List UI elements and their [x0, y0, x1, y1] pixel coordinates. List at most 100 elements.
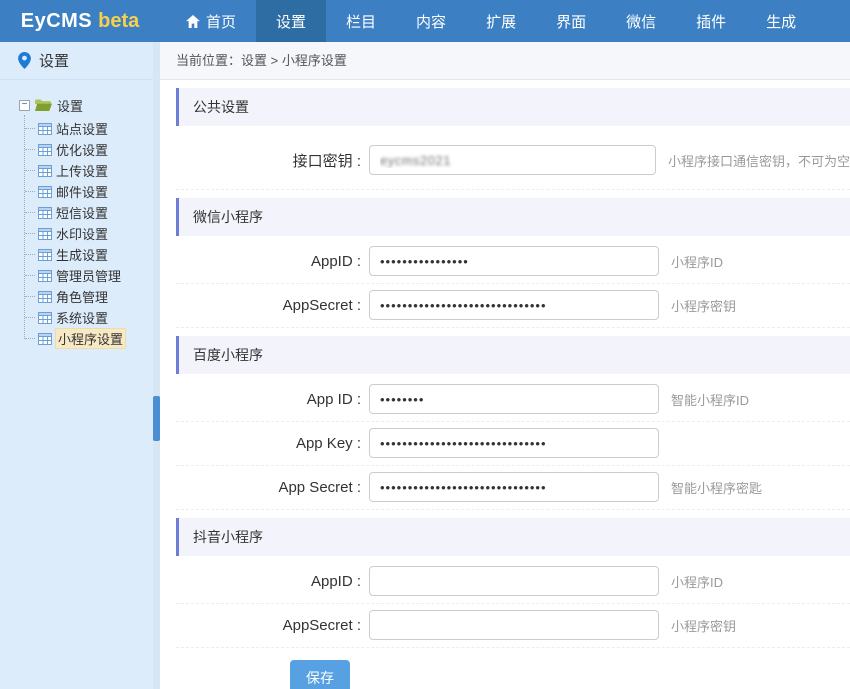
section-body-wechat: AppID : 小程序ID AppSecret : 小程序密钥 [176, 236, 850, 328]
tree-item-miniprogram-settings[interactable]: 小程序设置 [0, 328, 160, 349]
field-row-wechat-appsecret: AppSecret : 小程序密钥 [176, 284, 850, 328]
save-button[interactable]: 保存 [290, 660, 350, 689]
tree-connector [25, 212, 35, 213]
tree-connector [25, 128, 35, 129]
table-icon [38, 207, 52, 219]
tree-connector [25, 149, 35, 150]
nav-item-label: 内容 [416, 11, 446, 32]
field-row-wechat-appid: AppID : 小程序ID [176, 240, 850, 284]
field-hint: 小程序ID [671, 252, 723, 271]
field-label: App ID : [176, 391, 369, 408]
nav-item-columns[interactable]: 栏目 [326, 0, 396, 42]
tree-item-label: 上传设置 [56, 161, 108, 180]
tree-item-label: 短信设置 [56, 203, 108, 222]
sidebar-scrollbar-thumb[interactable] [153, 396, 160, 441]
content-area: 当前位置：设置 > 小程序设置 公共设置 接口密钥 : 小程序接口通信密钥，不可… [160, 42, 850, 689]
nav-item-content[interactable]: 内容 [396, 0, 466, 42]
section-body-public: 接口密钥 : 小程序接口通信密钥，不可为空 [176, 126, 850, 190]
section-header-douyin: 抖音小程序 [176, 518, 850, 556]
tree-item-label: 站点设置 [56, 119, 108, 138]
tree-root-label: 设置 [57, 96, 83, 115]
nav-item-home[interactable]: 首页 [166, 0, 256, 42]
table-icon [38, 228, 52, 240]
tree-item-label: 邮件设置 [56, 182, 108, 201]
douyin-appid-input[interactable] [369, 566, 659, 596]
tree-connector [25, 254, 35, 255]
nav-item-settings[interactable]: 设置 [256, 0, 326, 42]
nav-item-label: 设置 [276, 11, 306, 32]
sidebar: 设置 − 设置 站点设置 优化设置 [0, 42, 160, 689]
field-label: AppSecret : [176, 617, 369, 634]
app-logo: EyCMS beta [0, 0, 160, 42]
settings-tree: − 设置 站点设置 优化设置 [0, 80, 160, 349]
logo-text: EyCMS [21, 10, 92, 33]
tree-item-sms-settings[interactable]: 短信设置 [0, 202, 160, 223]
field-row-baidu-appkey: App Key : [176, 422, 850, 466]
field-row-douyin-appsecret: AppSecret : 小程序密钥 [176, 604, 850, 648]
nav-item-extend[interactable]: 扩展 [466, 0, 536, 42]
tree-connector [25, 170, 35, 171]
wechat-appsecret-input[interactable] [369, 290, 659, 320]
table-icon [38, 291, 52, 303]
field-row-douyin-appid: AppID : 小程序ID [176, 560, 850, 604]
folder-open-icon [35, 98, 52, 112]
nav-item-label: 微信 [626, 11, 656, 32]
miniprogram-settings-form: 公共设置 接口密钥 : 小程序接口通信密钥，不可为空 微信小程序 AppID :… [160, 88, 850, 689]
nav-item-plugins[interactable]: 插件 [676, 0, 746, 42]
nav-item-generate[interactable]: 生成 [746, 0, 816, 42]
table-icon [38, 123, 52, 135]
field-hint: 智能小程序ID [671, 390, 749, 409]
tree-item-label: 小程序设置 [56, 329, 125, 348]
tree-item-watermark-settings[interactable]: 水印设置 [0, 223, 160, 244]
sidebar-scrollbar-track[interactable] [153, 42, 160, 689]
tree-connector [25, 275, 35, 276]
nav-item-wechat[interactable]: 微信 [606, 0, 676, 42]
nav-item-interface[interactable]: 界面 [536, 0, 606, 42]
interface-key-input[interactable] [369, 145, 656, 175]
tree-root-settings[interactable]: − 设置 [0, 94, 160, 116]
field-row-baidu-appid: App ID : 智能小程序ID [176, 378, 850, 422]
tree-connector [25, 191, 35, 192]
field-label: App Key : [176, 435, 369, 452]
section-body-baidu: App ID : 智能小程序ID App Key : App Secret : … [176, 374, 850, 510]
tree-item-system-settings[interactable]: 系统设置 [0, 307, 160, 328]
baidu-appid-input[interactable] [369, 384, 659, 414]
tree-item-admin-manage[interactable]: 管理员管理 [0, 265, 160, 286]
nav-item-label: 首页 [206, 11, 236, 32]
main-nav: 首页 设置 栏目 内容 扩展 界面 微信 插件 生成 [166, 0, 816, 42]
tree-item-seo-settings[interactable]: 优化设置 [0, 139, 160, 160]
field-row-interface-key: 接口密钥 : 小程序接口通信密钥，不可为空 [176, 130, 850, 190]
baidu-appkey-input[interactable] [369, 428, 659, 458]
tree-connector [25, 233, 35, 234]
baidu-appsecret-input[interactable] [369, 472, 659, 502]
tree-item-mail-settings[interactable]: 邮件设置 [0, 181, 160, 202]
field-label: AppID : [176, 573, 369, 590]
tree-item-label: 系统设置 [56, 308, 108, 327]
sidebar-title: 设置 [39, 50, 69, 71]
field-row-baidu-appsecret: App Secret : 智能小程序密匙 [176, 466, 850, 510]
field-hint: 小程序密钥 [671, 296, 736, 315]
top-navbar: EyCMS beta 首页 设置 栏目 内容 扩展 界面 微信 插件 [0, 0, 850, 42]
table-icon [38, 312, 52, 324]
table-icon [38, 144, 52, 156]
tree-item-upload-settings[interactable]: 上传设置 [0, 160, 160, 181]
nav-item-label: 界面 [556, 11, 586, 32]
wechat-appid-input[interactable] [369, 246, 659, 276]
tree-connector [25, 338, 35, 339]
tree-item-label: 水印设置 [56, 224, 108, 243]
tree-collapse-icon[interactable]: − [19, 100, 30, 111]
location-pin-icon [18, 52, 31, 69]
section-header-baidu: 百度小程序 [176, 336, 850, 374]
field-label: 接口密钥 : [176, 150, 369, 171]
douyin-appsecret-input[interactable] [369, 610, 659, 640]
table-icon [38, 165, 52, 177]
tree-item-site-settings[interactable]: 站点设置 [0, 118, 160, 139]
field-label: AppID : [176, 253, 369, 270]
tree-children: 站点设置 优化设置 上传设置 邮件设置 [0, 118, 160, 349]
table-icon [38, 186, 52, 198]
table-icon [38, 333, 52, 345]
tree-item-role-manage[interactable]: 角色管理 [0, 286, 160, 307]
tree-connector [25, 317, 35, 318]
tree-item-generate-settings[interactable]: 生成设置 [0, 244, 160, 265]
field-label: AppSecret : [176, 297, 369, 314]
